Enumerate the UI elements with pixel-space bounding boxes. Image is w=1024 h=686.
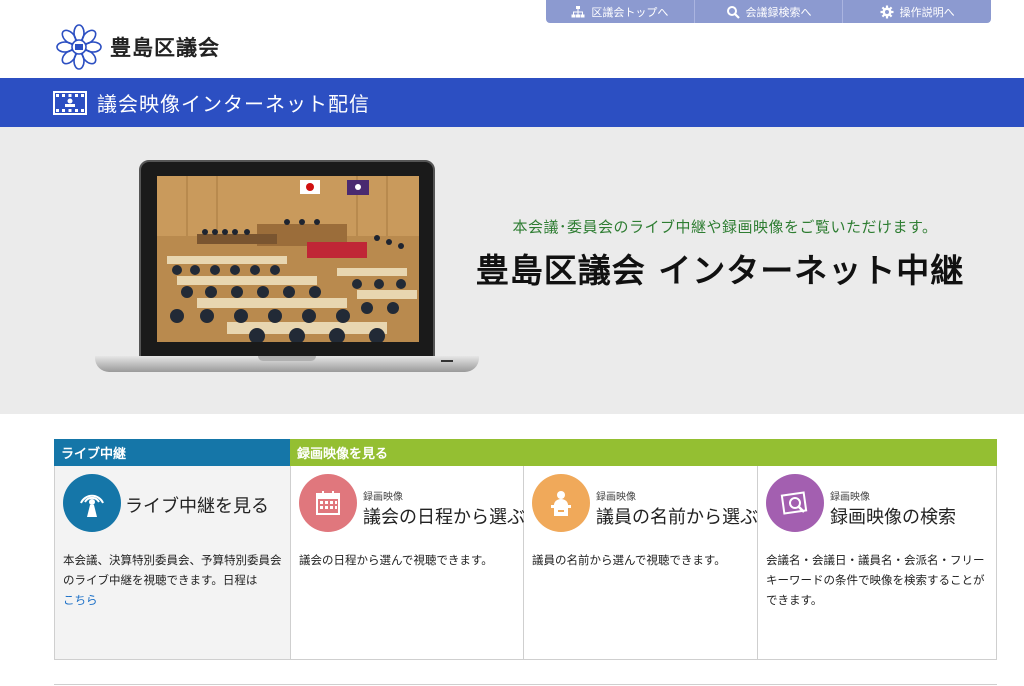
schedule-link[interactable]: こちら: [63, 593, 98, 607]
tab-live: ライブ中継: [54, 439, 290, 466]
live-card-title: ライブ中継を見る: [125, 496, 269, 517]
title-band: 議会映像インターネット配信: [0, 78, 1024, 127]
photo-search-circle: [766, 474, 824, 532]
band-title: 議会映像インターネット配信: [97, 92, 370, 116]
bottom-divider: [54, 684, 997, 685]
nav-minutes-search[interactable]: 会議録検索へ: [693, 0, 843, 23]
hero-title: 豊島区議会 インターネット中継: [475, 251, 965, 290]
speaker-podium-icon: [551, 491, 571, 516]
member-card-title: 議員の名前から選ぶ: [596, 507, 758, 528]
nav-label: 区議会トップへ: [591, 5, 669, 19]
menu-panels: ライブ中継 録画映像を見る ライブ中継を見る 本会議、決算特別委員会、予算特別委…: [54, 439, 997, 660]
calendar-circle: [299, 474, 357, 532]
council-chamber-image: [157, 176, 419, 342]
nav-council-top[interactable]: 区議会トップへ: [546, 0, 694, 23]
chrysanthemum-emblem-icon: [56, 24, 102, 70]
tab-recorded: 録画映像を見る: [290, 439, 997, 466]
nav-help[interactable]: 操作説明へ: [842, 0, 991, 23]
podium-circle: [532, 474, 590, 532]
hero-subtitle: 本会議･委員会のライブ中継や録画映像をご覧いただけます。: [512, 218, 938, 236]
top-nav: 区議会トップへ 会議録検索へ 操作説明へ: [546, 0, 991, 23]
logo-text: 豊島区議会: [110, 36, 220, 60]
member-card[interactable]: 録画映像 議員の名前から選ぶ 議員の名前から選んで視聴できます。: [524, 466, 758, 660]
member-card-desc: 議員の名前から選んで視聴できます。: [532, 553, 726, 567]
live-desc-text: 本会議、決算特別委員会、予算特別委員会のライブ中継を視聴できます。日程は: [63, 553, 282, 587]
calendar-icon: [316, 491, 340, 515]
video-search-card[interactable]: 録画映像 録画映像の検索 会議名・会議日・議員名・会派名・フリーキーワードの条件…: [758, 466, 997, 660]
nav-label: 会議録検索へ: [745, 5, 812, 19]
live-card-desc: 本会議、決算特別委員会、予算特別委員会のライブ中継を視聴できます。日程は こちら: [63, 550, 287, 610]
schedule-card-label: 録画映像: [363, 492, 403, 503]
search-card-title: 録画映像の検索: [830, 507, 956, 528]
broadcast-icon: [80, 494, 104, 517]
schedule-card-title: 議会の日程から選ぶ: [363, 507, 525, 528]
search-icon: [726, 5, 740, 19]
live-card[interactable]: ライブ中継を見る 本会議、決算特別委員会、予算特別委員会のライブ中継を視聴できま…: [54, 466, 290, 660]
page: 豊島区議会 区議会トップへ 会議録検索へ 操作説明へ 議会映像インターネット配信…: [0, 0, 1024, 686]
photo-search-icon: [780, 491, 808, 515]
laptop-image: [95, 160, 479, 378]
schedule-card[interactable]: 録画映像 議会の日程から選ぶ 議会の日程から選んで視聴できます。: [290, 466, 525, 660]
sitemap-icon: [571, 5, 585, 17]
logo[interactable]: 豊島区議会: [56, 24, 220, 70]
member-card-label: 録画映像: [596, 492, 636, 503]
broadcast-circle: [63, 474, 121, 532]
film-icon: [53, 90, 87, 115]
schedule-card-desc: 議会の日程から選んで視聴できます。: [299, 553, 493, 567]
search-card-desc: 会議名・会議日・議員名・会派名・フリーキーワードの条件で映像を検索することができ…: [766, 553, 985, 607]
search-card-label: 録画映像: [830, 492, 870, 503]
header: 豊島区議会 区議会トップへ 会議録検索へ 操作説明へ: [0, 0, 1024, 78]
nav-label: 操作説明へ: [899, 5, 955, 19]
hero: 本会議･委員会のライブ中継や録画映像をご覧いただけます。 豊島区議会 インターネ…: [0, 127, 1024, 414]
gear-icon: [880, 5, 894, 18]
